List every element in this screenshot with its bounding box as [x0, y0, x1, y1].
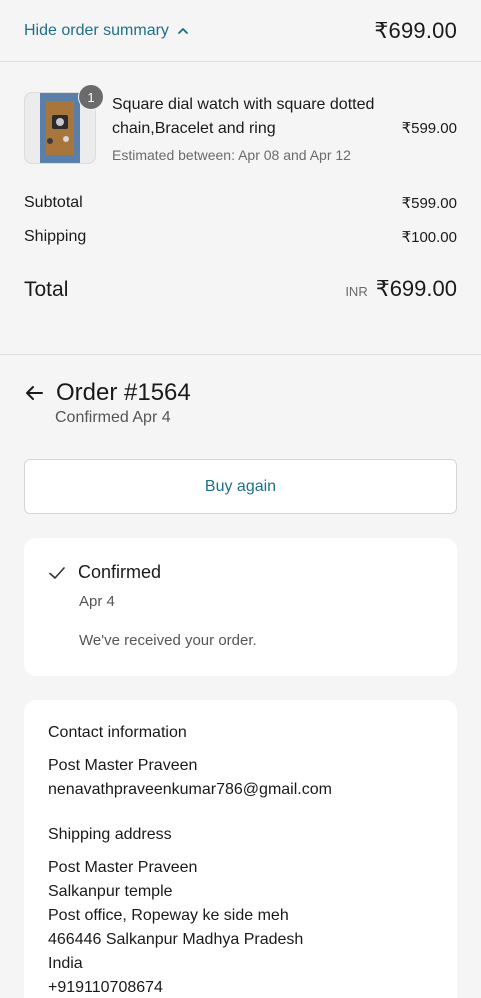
- shipping-address-heading: Shipping address: [48, 826, 172, 843]
- subtotal-label: Subtotal: [24, 194, 83, 211]
- checkmark-icon: [49, 566, 65, 579]
- shipping-address: Post Master Praveen Salkanpur temple Pos…: [48, 856, 433, 998]
- status-message: We've received your order.: [79, 632, 257, 649]
- address-phone: +919110708674: [48, 979, 163, 996]
- contact-email: nenavathpraveenkumar786@gmail.com: [48, 781, 332, 798]
- status-date: Apr 4: [79, 593, 115, 610]
- contact-name: Post Master Praveen: [48, 757, 198, 774]
- order-title-line: Order #1564: [24, 379, 457, 407]
- status-card: Confirmed Apr 4 We've received your orde…: [24, 538, 457, 676]
- address-line: 466446 Salkanpur Madhya Pradesh: [48, 931, 304, 948]
- top-total-amount: ₹699.00: [374, 17, 457, 43]
- hide-order-summary-toggle[interactable]: Hide order summary: [24, 22, 189, 40]
- line-item: 1 Square dial watch with square dotted c…: [24, 84, 457, 164]
- status-line: Confirmed: [48, 562, 433, 583]
- order-summary-bar: Hide order summary ₹699.00: [0, 0, 481, 62]
- address-line: Salkanpur temple: [48, 883, 173, 900]
- toggle-label[interactable]: Hide order summary: [24, 22, 169, 40]
- shipping-label: Shipping: [24, 228, 87, 245]
- contact-information-heading: Contact information: [48, 724, 187, 741]
- item-price: ₹599.00: [401, 120, 457, 137]
- chevron-up-icon: [178, 27, 188, 34]
- total-value: ₹699.00: [375, 276, 457, 301]
- address-line: India: [48, 955, 83, 972]
- buy-again-button[interactable]: Buy again: [24, 459, 457, 514]
- total-row: Total INR ₹699.00: [24, 276, 457, 302]
- subtotal-row: Subtotal ₹599.00: [24, 194, 457, 212]
- shipping-row: Shipping ₹100.00: [24, 228, 457, 246]
- order-title: Order #1564: [56, 379, 191, 406]
- item-title: Square dial watch with square dotted cha…: [112, 96, 375, 137]
- customer-info-card: Contact information Post Master Praveen …: [24, 700, 457, 998]
- order-summary: 1 Square dial watch with square dotted c…: [0, 62, 481, 355]
- shipping-value: ₹100.00: [401, 229, 457, 246]
- currency-code: INR: [345, 284, 368, 299]
- item-eta: Estimated between: Apr 08 and Apr 12: [112, 147, 351, 163]
- item-details: Square dial watch with square dotted cha…: [96, 92, 402, 163]
- address-line: Post Master Praveen: [48, 859, 198, 876]
- product-thumbnail-wrapper: 1: [24, 84, 104, 164]
- total-label: Total: [24, 278, 69, 301]
- back-arrow-icon[interactable]: [24, 383, 44, 403]
- total-amount-group: INR ₹699.00: [345, 276, 457, 302]
- address-line: Post office, Ropeway ke side meh: [48, 907, 289, 924]
- order-header: Order #1564 Confirmed Apr 4: [0, 355, 481, 459]
- status-title: Confirmed: [78, 562, 162, 582]
- subtotal-value: ₹599.00: [401, 195, 457, 212]
- contact-information: Post Master Praveen nenavathpraveenkumar…: [48, 754, 433, 802]
- quantity-badge: 1: [78, 84, 104, 110]
- order-confirmed-date: Confirmed Apr 4: [55, 409, 171, 426]
